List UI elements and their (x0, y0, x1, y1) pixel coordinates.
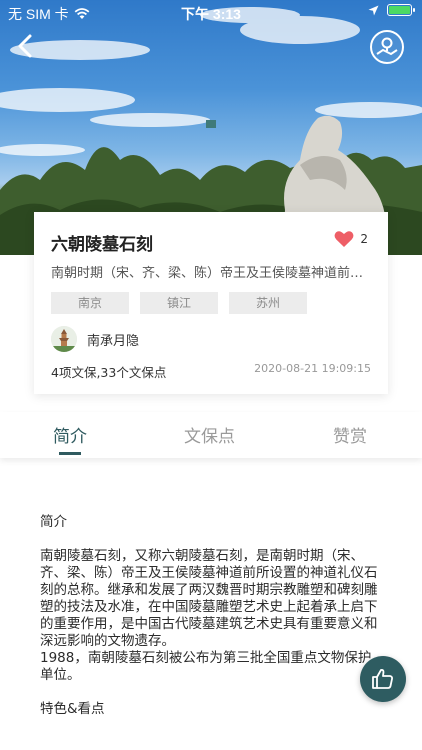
author-name: 南承月隐 (87, 333, 140, 349)
battery-level (389, 6, 410, 14)
battery-icon (387, 4, 415, 16)
tab-sites[interactable]: 文保点 (184, 422, 235, 447)
features-heading: 特色&看点 (40, 701, 105, 717)
intro-paragraph-2: 1988，南朝陵墓石刻被公布为第三批全国重点文物保护单位。 (40, 650, 372, 683)
region-tags: 南京 镇江 苏州 (51, 292, 307, 314)
like-button[interactable]: 2 (334, 230, 368, 248)
site-info-card: 六朝陵墓石刻 2 南朝时期（宋、齐、梁、陈）帝王及王侯陵墓神道前所设置的神道礼仪… (34, 212, 388, 394)
tag-nanjing[interactable]: 南京 (51, 292, 129, 314)
location-arrow-icon (368, 5, 379, 15)
intro-paragraph: 南朝陵墓石刻，又称六朝陵墓石刻，是南朝时期（宋、齐、梁、陈）帝王及王侯陵墓神道前… (40, 548, 378, 649)
tab-intro[interactable]: 简介 (53, 422, 87, 447)
status-bar: 无 SIM 卡 下午 3:13 (0, 0, 422, 24)
tag-zhenjiang[interactable]: 镇江 (140, 292, 218, 314)
tab-bar: 简介 文保点 赞赏 (0, 412, 422, 458)
tag-suzhou[interactable]: 苏州 (229, 292, 307, 314)
intro-content: 简介 南朝陵墓石刻，又称六朝陵墓石刻，是南朝时期（宋、齐、梁、陈）帝王及王侯陵墓… (40, 514, 380, 718)
site-subtitle: 南朝时期（宋、齐、梁、陈）帝王及王侯陵墓神道前所设置的神道礼仪石刻 (51, 266, 375, 281)
thumbs-up-button[interactable] (360, 656, 406, 702)
map-location-icon (376, 37, 398, 56)
status-time: 下午 3:13 (181, 6, 241, 22)
active-tab-indicator (59, 452, 81, 455)
map-button[interactable] (370, 30, 404, 64)
back-arrow-icon (18, 34, 32, 58)
thumbs-up-icon (372, 669, 393, 689)
tab-reward[interactable]: 赞赏 (333, 422, 367, 447)
author-row[interactable]: 南承月隐 (51, 326, 139, 352)
like-count: 2 (360, 232, 368, 246)
pagoda-avatar-image (51, 326, 77, 352)
site-stats: 4项文保,33个文保点 (51, 365, 167, 380)
site-title: 六朝陵墓石刻 (51, 235, 153, 255)
publish-date: 2020-08-21 19:09:15 (254, 362, 371, 375)
avatar (51, 326, 77, 352)
intro-heading: 简介 (40, 514, 67, 530)
heart-icon (334, 231, 354, 247)
status-right (368, 4, 415, 16)
back-button[interactable] (12, 32, 40, 60)
